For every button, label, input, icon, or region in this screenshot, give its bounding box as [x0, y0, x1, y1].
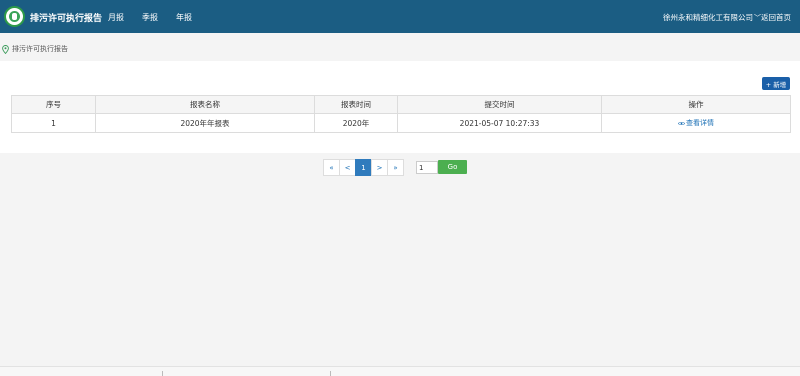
- column-header-report-name: 报表名称: [95, 95, 315, 114]
- report-table: 序号 报表名称 报表时间 提交时间 操作 1 2020年年报表 2020年 20…: [11, 95, 791, 133]
- nav-monthly-report[interactable]: 月报: [108, 12, 124, 23]
- last-page-button[interactable]: »: [387, 159, 404, 176]
- footer-divider: [162, 371, 163, 376]
- view-details-label: 查看详情: [686, 119, 714, 127]
- page-1-button[interactable]: 1: [355, 159, 372, 176]
- company-dropdown[interactable]: 徐州永和精细化工有限公司﹀: [663, 12, 761, 23]
- breadcrumb-label[interactable]: 排污许可执行报告: [12, 44, 68, 54]
- breadcrumb: 排污许可执行报告: [2, 43, 68, 55]
- company-name: 徐州永和精细化工有限公司: [663, 13, 753, 22]
- pagination: « < 1 > »: [323, 159, 404, 176]
- app-title[interactable]: 排污许可执行报告: [30, 11, 102, 24]
- cell-report-name: 2020年年报表: [95, 113, 315, 133]
- view-details-link[interactable]: 查看详情: [678, 119, 714, 127]
- cell-actions: 查看详情: [601, 113, 791, 133]
- table-header-row: 序号 报表名称 报表时间 提交时间 操作: [11, 95, 791, 114]
- table-row: 1 2020年年报表 2020年 2021-05-07 10:27:33 查看详…: [11, 113, 791, 133]
- logo-icon: [4, 6, 25, 27]
- add-button[interactable]: + 新增: [762, 77, 790, 90]
- go-button[interactable]: Go: [438, 160, 467, 174]
- cell-index: 1: [11, 113, 96, 133]
- cell-submit-time: 2021-05-07 10:27:33: [397, 113, 602, 133]
- footer-divider: [330, 371, 331, 376]
- eye-icon: [678, 121, 685, 125]
- column-header-report-period: 报表时间: [314, 95, 398, 114]
- column-header-actions: 操作: [601, 95, 791, 114]
- nav-annual-report[interactable]: 年报: [176, 12, 192, 23]
- goto-page-input[interactable]: [416, 161, 438, 174]
- chevron-down-icon: ﹀: [754, 14, 761, 22]
- next-page-button[interactable]: >: [371, 159, 388, 176]
- prev-page-button[interactable]: <: [339, 159, 356, 176]
- column-header-submit-time: 提交时间: [397, 95, 602, 114]
- cell-report-period: 2020年: [314, 113, 398, 133]
- location-pin-icon: [2, 44, 9, 54]
- return-home-link[interactable]: 返回首页: [761, 12, 791, 23]
- column-header-index: 序号: [11, 95, 96, 114]
- nav-quarterly-report[interactable]: 季报: [142, 12, 158, 23]
- footer-bar: [0, 366, 800, 376]
- top-navbar: 排污许可执行报告 月报 季报 年报 徐州永和精细化工有限公司﹀ 返回首页: [0, 0, 800, 33]
- first-page-button[interactable]: «: [323, 159, 340, 176]
